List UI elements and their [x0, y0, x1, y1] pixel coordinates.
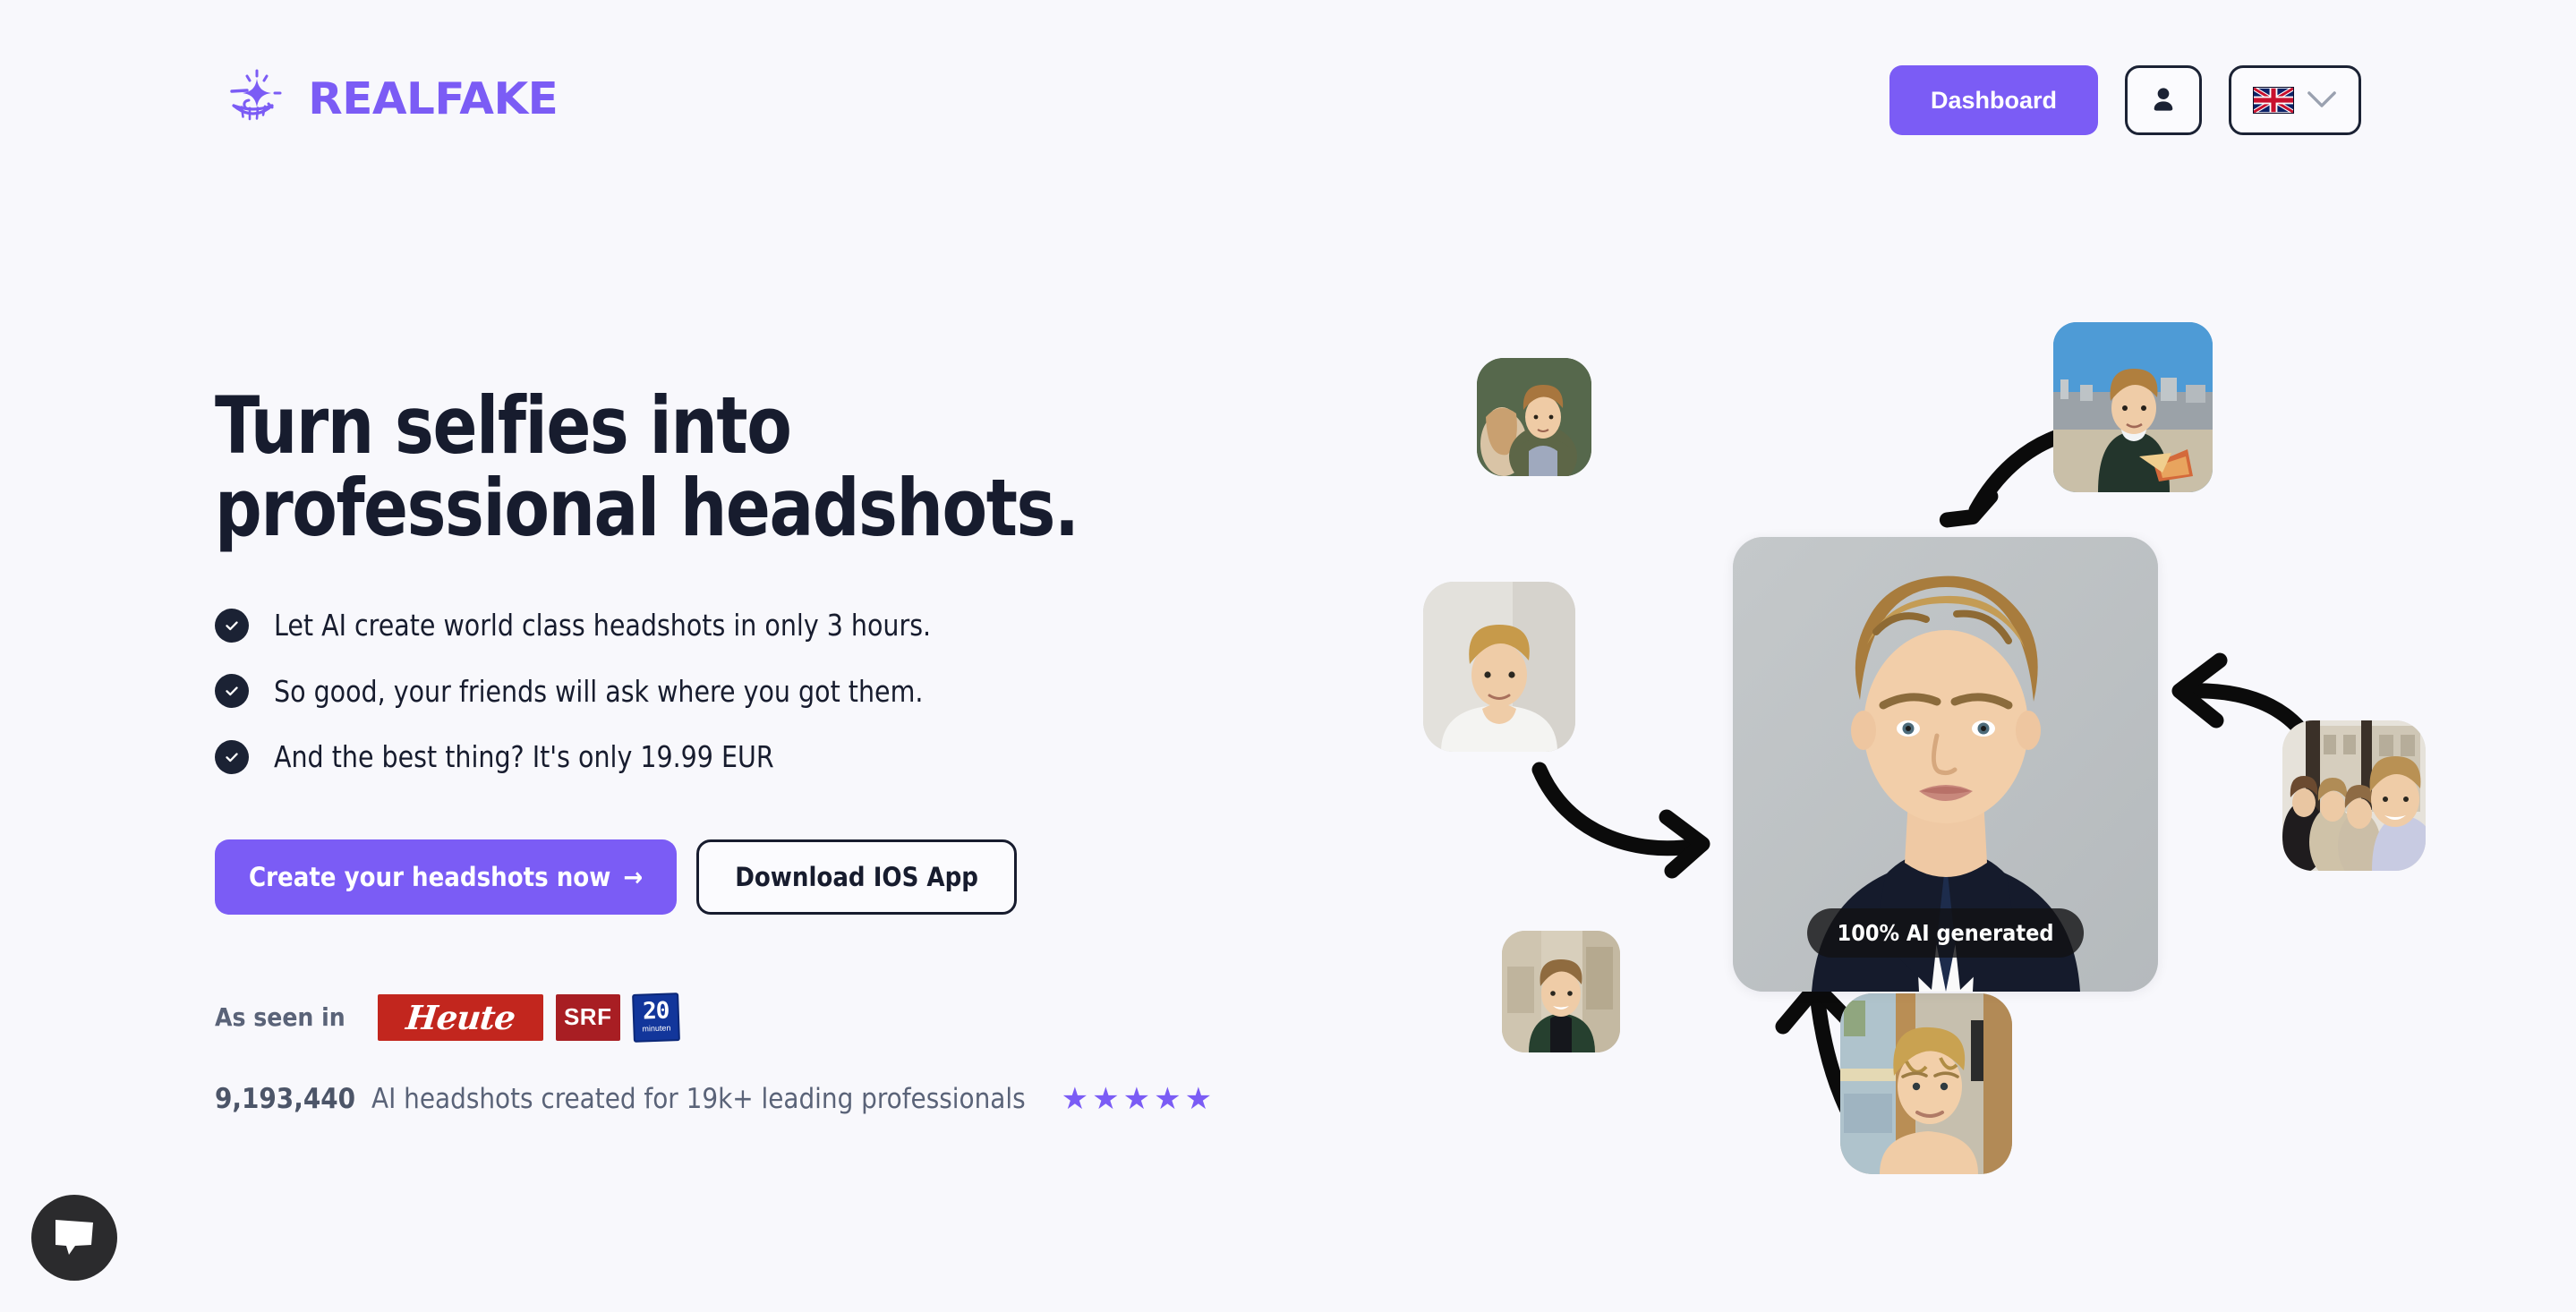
cta-group: Create your headshots now → Download IOS… — [215, 839, 1316, 915]
photo-group-cafe[interactable] — [2282, 720, 2426, 871]
heute-logo-text: Heute — [404, 997, 517, 1037]
check-circle-icon — [215, 674, 249, 709]
star-icon: ★ — [1184, 1081, 1213, 1116]
chat-widget-button[interactable] — [31, 1195, 117, 1281]
arrow-left-to-center-icon — [1531, 762, 1710, 879]
check-circle-icon — [215, 608, 249, 643]
headshot-count: 9,193,440 — [215, 1082, 356, 1115]
page-title: Turn selfies into professional headshots… — [215, 385, 1239, 549]
srf-logo: SRF — [555, 993, 620, 1041]
benefit-text: And the best thing? It's only 19.99 EUR — [274, 739, 774, 775]
headline-line-1: Turn selfies into — [215, 379, 792, 472]
user-circle-icon — [2146, 82, 2180, 119]
language-selector[interactable] — [2229, 65, 2361, 135]
20minuten-logo-word: minuten — [641, 1022, 671, 1034]
heute-logo: Heute — [377, 993, 543, 1041]
hero-photo-collage: 100% AI generated — [1423, 313, 2488, 1262]
hero-content: Turn selfies into professional headshots… — [215, 385, 1316, 1115]
photo-rooftop-pizza[interactable] — [2053, 322, 2213, 492]
star-icon: ★ — [1122, 1081, 1151, 1116]
brand-logo[interactable]: REALFAKE — [219, 63, 559, 134]
benefit-text: Let AI create world class headshots in o… — [274, 608, 932, 643]
create-headshots-label: Create your headshots now — [249, 861, 611, 892]
arrow-right-icon: → — [623, 861, 644, 892]
star-icon: ★ — [1154, 1081, 1181, 1116]
press-logos: Heute SRF 20 minuten — [377, 992, 680, 1043]
star-icon: ★ — [1092, 1081, 1120, 1116]
list-item: So good, your friends will ask where you… — [215, 674, 1316, 710]
status-badge: 100% AI generated — [1806, 908, 2085, 958]
20minuten-logo-number: 20 — [642, 997, 670, 1026]
chevron-down-icon — [2307, 90, 2337, 111]
photo-main-headshot[interactable]: 100% AI generated — [1733, 537, 2158, 992]
photo-couple-green-wall[interactable] — [1477, 358, 1591, 476]
list-item: And the best thing? It's only 19.99 EUR — [215, 739, 1316, 775]
landing-page: REALFAKE Dashboard Turn selfies into pro… — [0, 0, 2576, 1312]
photo-green-jacket-indoor[interactable] — [1502, 931, 1620, 1052]
srf-logo-text: SRF — [563, 1003, 612, 1031]
create-headshots-button[interactable]: Create your headshots now → — [215, 839, 678, 915]
site-header: REALFAKE Dashboard — [0, 0, 2576, 224]
photo-white-tshirt[interactable] — [1423, 582, 1575, 752]
check-circle-icon — [215, 740, 249, 775]
press-label: As seen in — [215, 1002, 345, 1033]
benefit-text: So good, your friends will ask where you… — [274, 673, 924, 709]
rating-stars: ★ ★ ★ ★ ★ — [1062, 1084, 1212, 1114]
account-button[interactable] — [2125, 65, 2202, 135]
list-item: Let AI create world class headshots in o… — [215, 608, 1316, 643]
download-ios-app-button[interactable]: Download IOS App — [696, 839, 1017, 915]
benefit-list: Let AI create world class headshots in o… — [215, 608, 1316, 775]
dashboard-button[interactable]: Dashboard — [1889, 65, 2098, 135]
sparkle-smile-icon — [219, 64, 287, 132]
uk-flag-icon — [2253, 87, 2294, 114]
social-proof: 9,193,440 AI headshots created for 19k+ … — [215, 1083, 1316, 1115]
photo-shirtless-hallway[interactable] — [1840, 993, 2012, 1174]
brand-name: REALFAKE — [308, 72, 559, 124]
headshot-count-description: AI headshots created for 19k+ leading pr… — [371, 1082, 1026, 1115]
headline-line-2: professional headshots. — [215, 461, 1079, 554]
20minuten-logo: 20 minuten — [631, 992, 680, 1043]
star-icon: ★ — [1061, 1081, 1089, 1116]
header-actions: Dashboard — [1889, 63, 2361, 138]
chat-bubble-icon — [54, 1218, 95, 1258]
press-row: As seen in Heute SRF 20 minuten — [215, 992, 1316, 1043]
